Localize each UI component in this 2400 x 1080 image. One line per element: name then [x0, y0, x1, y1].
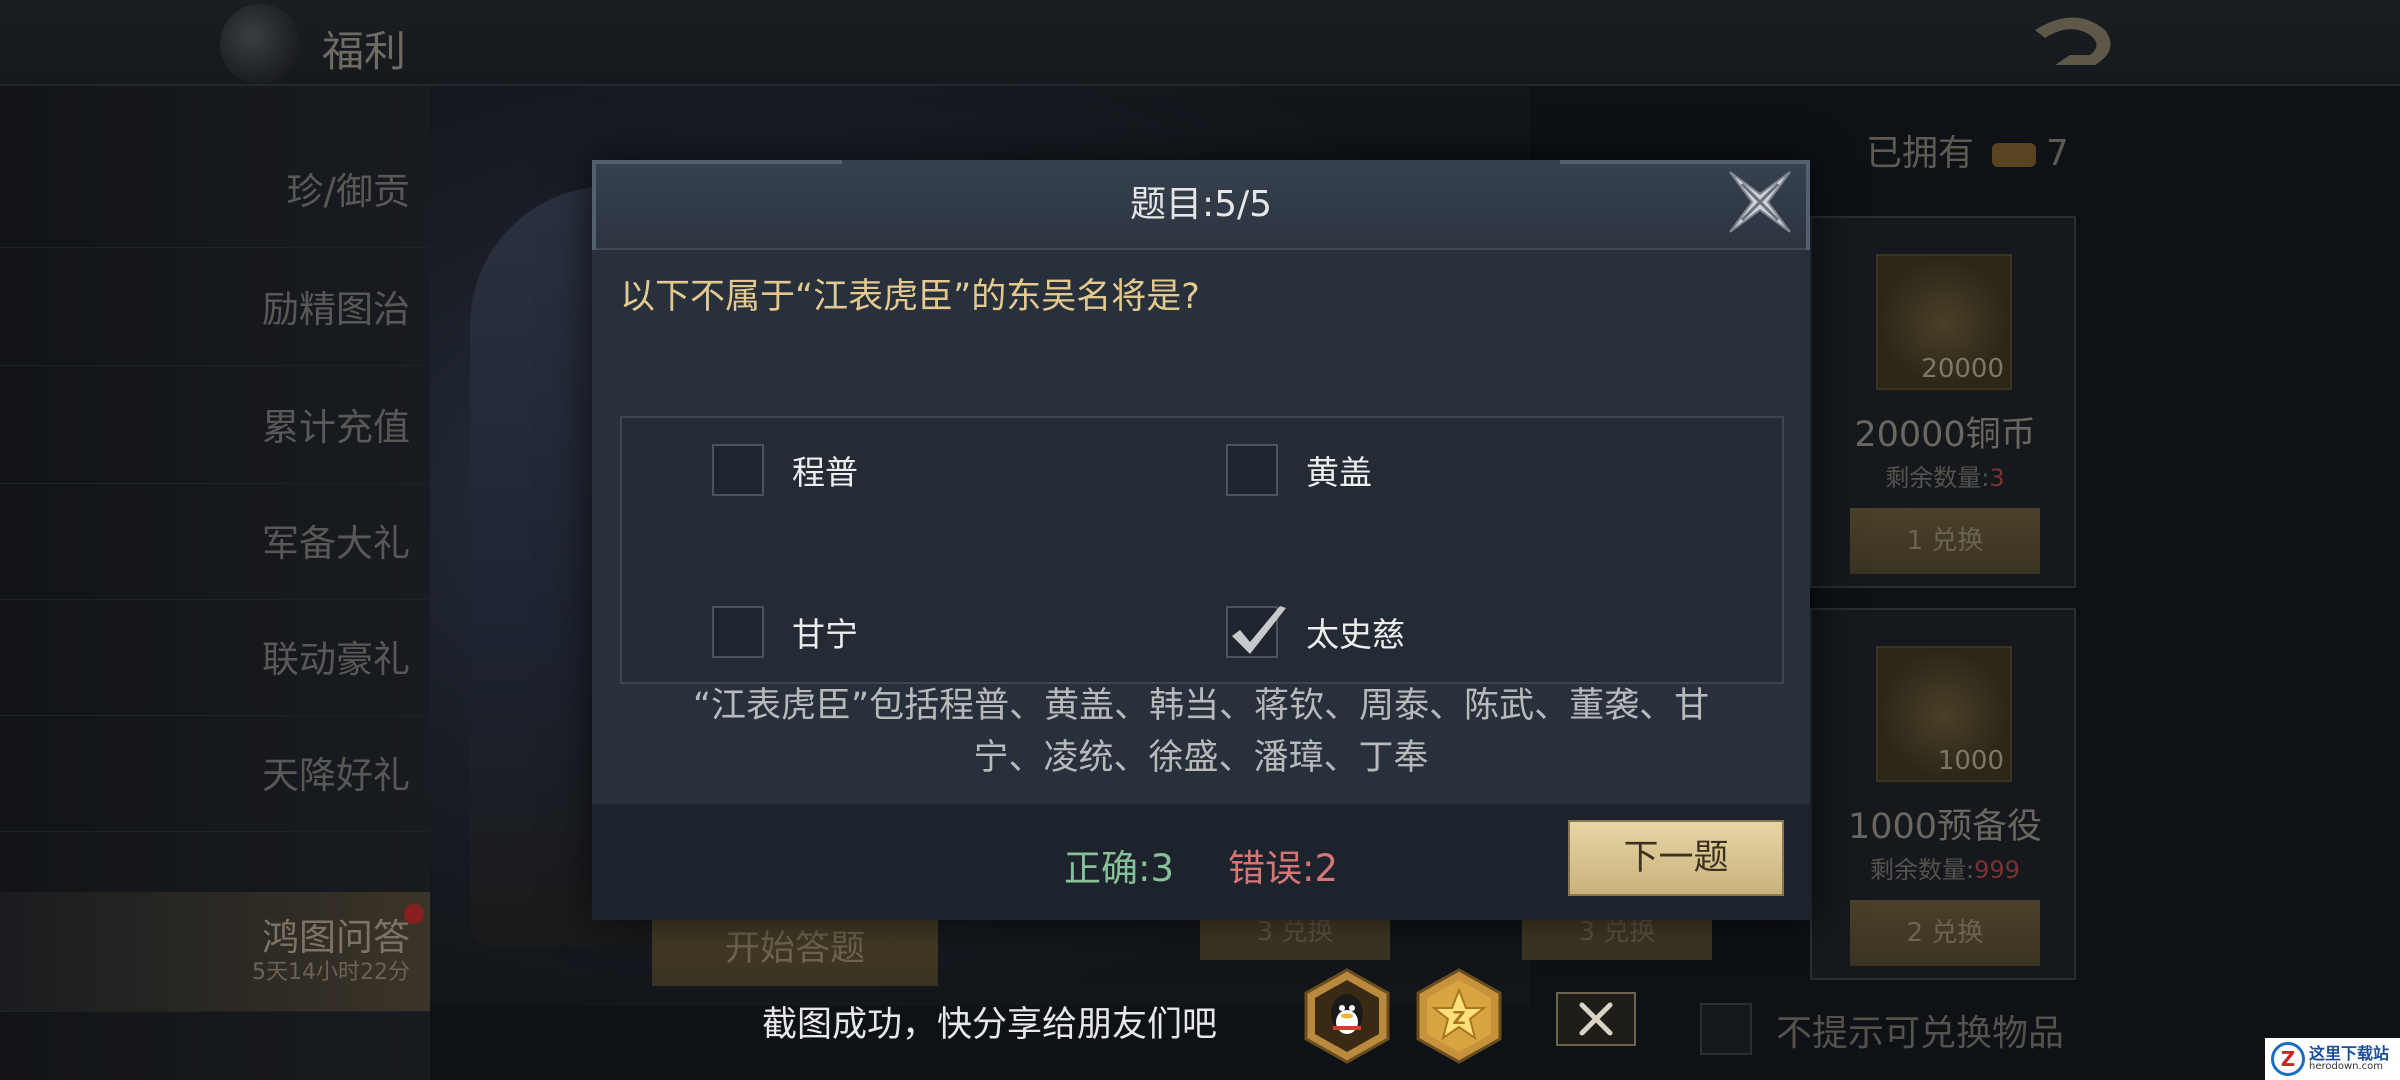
owned-count: 7: [2046, 133, 2069, 174]
option-checkbox[interactable]: [712, 444, 764, 496]
close-button[interactable]: [1718, 160, 1802, 244]
sidebar-item-sky-gift[interactable]: 天降好礼: [0, 720, 430, 832]
option-checkbox[interactable]: [1226, 606, 1286, 658]
watermark-text: 这里下载站 herodown.com: [2309, 1046, 2389, 1072]
item-quantity: 1000: [1937, 746, 2004, 776]
site-watermark: Z 这里下载站 herodown.com: [2265, 1038, 2400, 1080]
sidebar-item-label: 军备大礼: [262, 522, 410, 565]
option-3[interactable]: 甘宁: [712, 606, 858, 658]
sidebar-item-diligence[interactable]: 励精图治: [0, 254, 430, 366]
exchange-cost: 2: [1906, 918, 1924, 948]
option-checkbox[interactable]: [1226, 444, 1278, 496]
sidebar: 珍/御贡 励精图治 累计充值 军备大礼 联动豪礼 天降好礼 鸿图问答 5天14小…: [0, 86, 430, 1080]
exchange-cost: 3: [1256, 917, 1274, 947]
dialog-footer: 正确:3 错误:2 下一题: [592, 804, 1810, 920]
back-dragon-icon: [2035, 17, 2111, 65]
watermark-logo-icon: Z: [2271, 1042, 2305, 1076]
share-qzone-button[interactable]: Z: [1414, 968, 1504, 1064]
sidebar-item-label: 励精图治: [262, 288, 410, 331]
sidebar-item-label: 珍/御贡: [286, 170, 410, 213]
exchange-label: 兑换: [1931, 526, 1984, 556]
token-icon: [1992, 143, 2037, 167]
item-remaining: 剩余数量:999: [1812, 850, 2078, 885]
option-label: 甘宁: [792, 615, 858, 654]
quiz-timer: 5天14小时22分: [252, 960, 410, 985]
sidebar-item-cumulative-recharge[interactable]: 累计充值: [0, 372, 430, 484]
option-4[interactable]: 太史慈: [1226, 606, 1405, 658]
wrong-count: 错误:2: [1228, 847, 1339, 890]
sidebar-item-label: 天降好礼: [262, 754, 410, 797]
back-button[interactable]: [2020, 6, 2130, 84]
next-question-button[interactable]: 下一题: [1568, 820, 1784, 896]
remaining-value: 999: [1974, 856, 2020, 884]
options-panel: 程普 黄盖 甘宁 太史慈: [620, 416, 1784, 684]
question-counter: 题目:5/5: [1129, 184, 1273, 225]
exchange-label: 兑换: [1931, 918, 1984, 948]
watermark-en: herodown.com: [2309, 1061, 2384, 1072]
sidebar-item-label: 鸿图问答: [262, 916, 410, 959]
option-1[interactable]: 程普: [712, 444, 858, 496]
close-icon: [1729, 171, 1791, 233]
option-label: 黄盖: [1306, 453, 1372, 492]
exchange-button[interactable]: 1 兑换: [1850, 508, 2040, 574]
sidebar-item-military-gift[interactable]: 军备大礼: [0, 488, 430, 600]
watermark-cn: 这里下载站: [2309, 1044, 2390, 1063]
exchange-card: 20000 20000铜币 剩余数量:3 1 兑换: [1810, 216, 2076, 588]
notification-dot: [404, 904, 424, 924]
checkmark-icon: [1232, 606, 1286, 654]
option-label: 程普: [792, 453, 858, 492]
option-label: 太史慈: [1306, 615, 1405, 654]
exchange-label: 兑换: [1281, 917, 1334, 947]
share-qq-button[interactable]: [1302, 968, 1392, 1064]
owned-tokens: 已拥有 7: [1866, 124, 2069, 176]
top-bar: 福利: [0, 0, 2400, 86]
option-checkbox[interactable]: [712, 606, 764, 658]
sidebar-item-label: 累计充值: [262, 406, 410, 449]
option-2[interactable]: 黄盖: [1226, 444, 1372, 496]
share-message: 截图成功，快分享给朋友们吧: [762, 1005, 1218, 1045]
qq-icon: [1304, 968, 1390, 1064]
exchange-label: 兑换: [1603, 917, 1656, 947]
exchange-button[interactable]: 2 兑换: [1850, 900, 2040, 966]
sidebar-item-quiz[interactable]: 鸿图问答 5天14小时22分: [0, 892, 430, 1012]
dialog-header: 题目:5/5: [592, 160, 1810, 250]
item-name: 20000铜币: [1854, 415, 2036, 455]
sidebar-item-collab-gift[interactable]: 联动豪礼: [0, 604, 430, 716]
remaining-value: 3: [1989, 464, 2005, 492]
item-remaining: 剩余数量:3: [1812, 458, 2078, 493]
item-name: 1000预备役: [1847, 807, 2043, 847]
exchange-cost: 3: [1578, 917, 1596, 947]
hide-exchangeable-label: 不提示可兑换物品: [1776, 1013, 2065, 1054]
item-quantity: 20000: [1921, 354, 2004, 384]
remaining-label: 剩余数量:: [1870, 856, 1975, 884]
correct-count: 正确:3: [1064, 847, 1175, 890]
owned-label: 已拥有: [1866, 133, 1975, 174]
page-title: 福利: [322, 27, 407, 76]
explanation-line: 宁、凌统、徐盛、潘璋、丁奉: [973, 738, 1429, 778]
answer-explanation: “江表虎臣”包括程普、黄盖、韩当、蒋钦、周泰、陈武、董袭、甘 宁、凌统、徐盛、潘…: [632, 680, 1770, 784]
dragon-logo-icon: [220, 4, 300, 84]
hide-exchangeable-checkbox[interactable]: [1700, 1003, 1752, 1055]
start-quiz-button[interactable]: 开始答题: [652, 912, 938, 986]
svg-text:Z: Z: [1452, 1008, 1465, 1029]
exchange-cost: 1: [1906, 526, 1924, 556]
close-icon: [1579, 1002, 1613, 1036]
share-close-button[interactable]: [1556, 992, 1636, 1046]
qzone-icon: Z: [1416, 968, 1502, 1064]
question-text: 以下不属于“江表虎臣”的东吴名将是?: [620, 277, 1200, 317]
sidebar-item-tribute[interactable]: 珍/御贡: [0, 136, 430, 248]
quiz-dialog: 题目:5/5 以下不属于“江表虎臣”的东吴名将是? 程普 黄盖 甘宁 太史慈 “…: [592, 160, 1810, 920]
explanation-line: “江表虎臣”包括程普、黄盖、韩当、蒋钦、周泰、陈武、董袭、甘: [692, 686, 1710, 726]
sidebar-item-label: 联动豪礼: [262, 638, 410, 681]
remaining-label: 剩余数量:: [1885, 464, 1990, 492]
exchange-card: 1000 1000预备役 剩余数量:999 2 兑换: [1810, 608, 2076, 980]
